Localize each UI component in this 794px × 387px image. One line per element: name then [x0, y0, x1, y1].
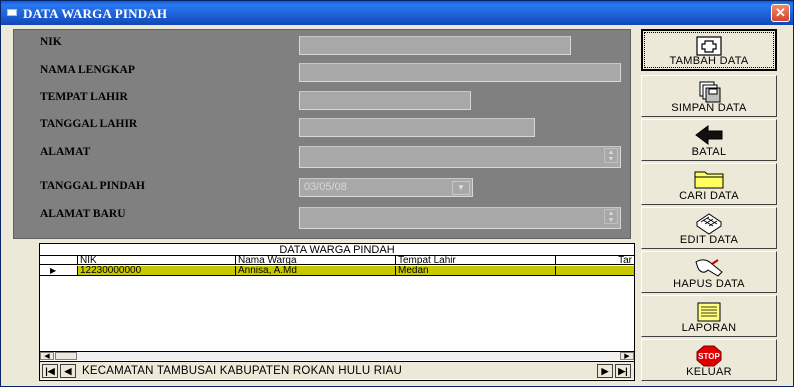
grid-caption: DATA WARGA PINDAH	[40, 244, 634, 256]
simpan-data-label: SIMPAN DATA	[671, 102, 747, 114]
current-row-pointer-icon: ▶	[40, 266, 78, 276]
grid-header: NIK Nama Warga Tempat Lahir Tar	[40, 256, 634, 265]
main-window: DATA WARGA PINDAH ✕ NIK NAMA LENGKAP TEM…	[0, 0, 794, 387]
stop-sign-icon: STOP	[696, 345, 722, 367]
close-button[interactable]: ✕	[771, 4, 790, 22]
keluar-button[interactable]: STOP KELUAR	[641, 339, 777, 381]
edit-data-button[interactable]: EDIT DATA	[641, 207, 777, 249]
next-record-icon[interactable]: ▶	[597, 364, 613, 378]
back-arrow-icon	[695, 125, 723, 145]
navigator-caption: KECAMATAN TAMBUSAI KABUPATEN ROKAN HULU …	[82, 365, 402, 377]
nama-lengkap-label: NAMA LENGKAP	[40, 64, 135, 76]
keyboard-icon	[696, 213, 722, 235]
column-header-tempat[interactable]: Tempat Lahir	[396, 256, 556, 265]
alamat-baru-label: ALAMAT BARU	[40, 208, 126, 220]
scroll-down-icon[interactable]: ▼	[605, 156, 617, 163]
title-bar[interactable]: DATA WARGA PINDAH ✕	[1, 1, 793, 25]
cell-nik[interactable]: 12230000000	[78, 266, 236, 276]
simpan-data-button[interactable]: SIMPAN DATA	[641, 75, 777, 117]
alamat-baru-scroll[interactable]: ▲ ▼	[604, 209, 618, 224]
cari-data-button[interactable]: CARI DATA	[641, 163, 777, 205]
alamat-label: ALAMAT	[40, 146, 91, 158]
laporan-label: LAPORAN	[681, 322, 737, 334]
table-row[interactable]: 12230000000 Annisa, A.Md Medan	[78, 266, 634, 276]
data-grid[interactable]: DATA WARGA PINDAH NIK Nama Warga Tempat …	[39, 243, 635, 381]
hapus-data-button[interactable]: HAPUS DATA	[641, 251, 777, 293]
scroll-up-icon[interactable]: ▲	[605, 149, 617, 156]
scroll-left-icon[interactable]: ◀	[40, 352, 54, 360]
tanggal-lahir-label: TANGGAL LAHIR	[40, 118, 138, 130]
save-disks-icon	[699, 81, 721, 103]
laporan-button[interactable]: LAPORAN	[641, 295, 777, 337]
batal-button[interactable]: BATAL	[641, 119, 777, 161]
alamat-baru-field[interactable]: ▲ ▼	[299, 207, 621, 229]
scroll-thumb[interactable]	[55, 352, 77, 360]
delete-hand-icon	[695, 259, 723, 277]
tanggal-lahir-field[interactable]	[299, 118, 535, 137]
tempat-lahir-label: TEMPAT LAHIR	[40, 91, 128, 103]
tambah-data-label: TAMBAH DATA	[669, 55, 749, 67]
nik-field[interactable]	[299, 36, 571, 55]
tanggal-pindah-picker[interactable]: 03/05/08 ▼	[299, 178, 473, 197]
column-header-nik[interactable]: NIK	[78, 256, 236, 265]
add-record-icon	[696, 36, 722, 56]
horizontal-scrollbar[interactable]: ◀ ▶	[40, 351, 634, 360]
stop-sign-text: STOP	[698, 352, 720, 361]
alamat-scroll[interactable]: ▲ ▼	[604, 148, 618, 163]
cell-nama[interactable]: Annisa, A.Md	[236, 266, 396, 276]
folder-icon	[694, 171, 724, 189]
cari-data-label: CARI DATA	[679, 190, 739, 202]
column-header-nama[interactable]: Nama Warga	[236, 256, 396, 265]
last-record-icon[interactable]: ▶|	[615, 364, 631, 378]
edit-data-label: EDIT DATA	[679, 234, 739, 246]
scroll-up-icon[interactable]: ▲	[605, 210, 617, 217]
nama-lengkap-field[interactable]	[299, 63, 621, 82]
form-panel: NIK NAMA LENGKAP TEMPAT LAHIR TANGGAL LA…	[13, 29, 631, 239]
row-indicator-header	[40, 256, 78, 265]
chevron-down-icon[interactable]: ▼	[452, 181, 470, 195]
window-menu-icon[interactable]	[7, 9, 17, 16]
record-navigator: |◀ ◀ KECAMATAN TAMBUSAI KABUPATEN ROKAN …	[40, 361, 634, 379]
tanggal-pindah-label: TANGGAL PINDAH	[40, 180, 145, 192]
scroll-down-icon[interactable]: ▼	[605, 217, 617, 224]
alamat-field[interactable]: ▲ ▼	[299, 146, 621, 168]
previous-record-icon[interactable]: ◀	[60, 364, 76, 378]
keluar-label: KELUAR	[686, 366, 732, 378]
tambah-data-button[interactable]: TAMBAH DATA	[641, 29, 777, 71]
scroll-right-icon[interactable]: ▶	[620, 352, 634, 360]
cell-tempat[interactable]: Medan	[396, 266, 556, 276]
first-record-icon[interactable]: |◀	[42, 364, 58, 378]
batal-label: BATAL	[691, 146, 727, 158]
column-header-tanggal[interactable]: Tar	[556, 256, 634, 265]
nik-label: NIK	[40, 36, 62, 48]
hapus-data-label: HAPUS DATA	[673, 278, 745, 290]
report-icon	[697, 302, 721, 322]
window-title: DATA WARGA PINDAH	[23, 6, 168, 21]
tempat-lahir-field[interactable]	[299, 91, 471, 110]
tanggal-pindah-value: 03/05/08	[304, 181, 347, 193]
